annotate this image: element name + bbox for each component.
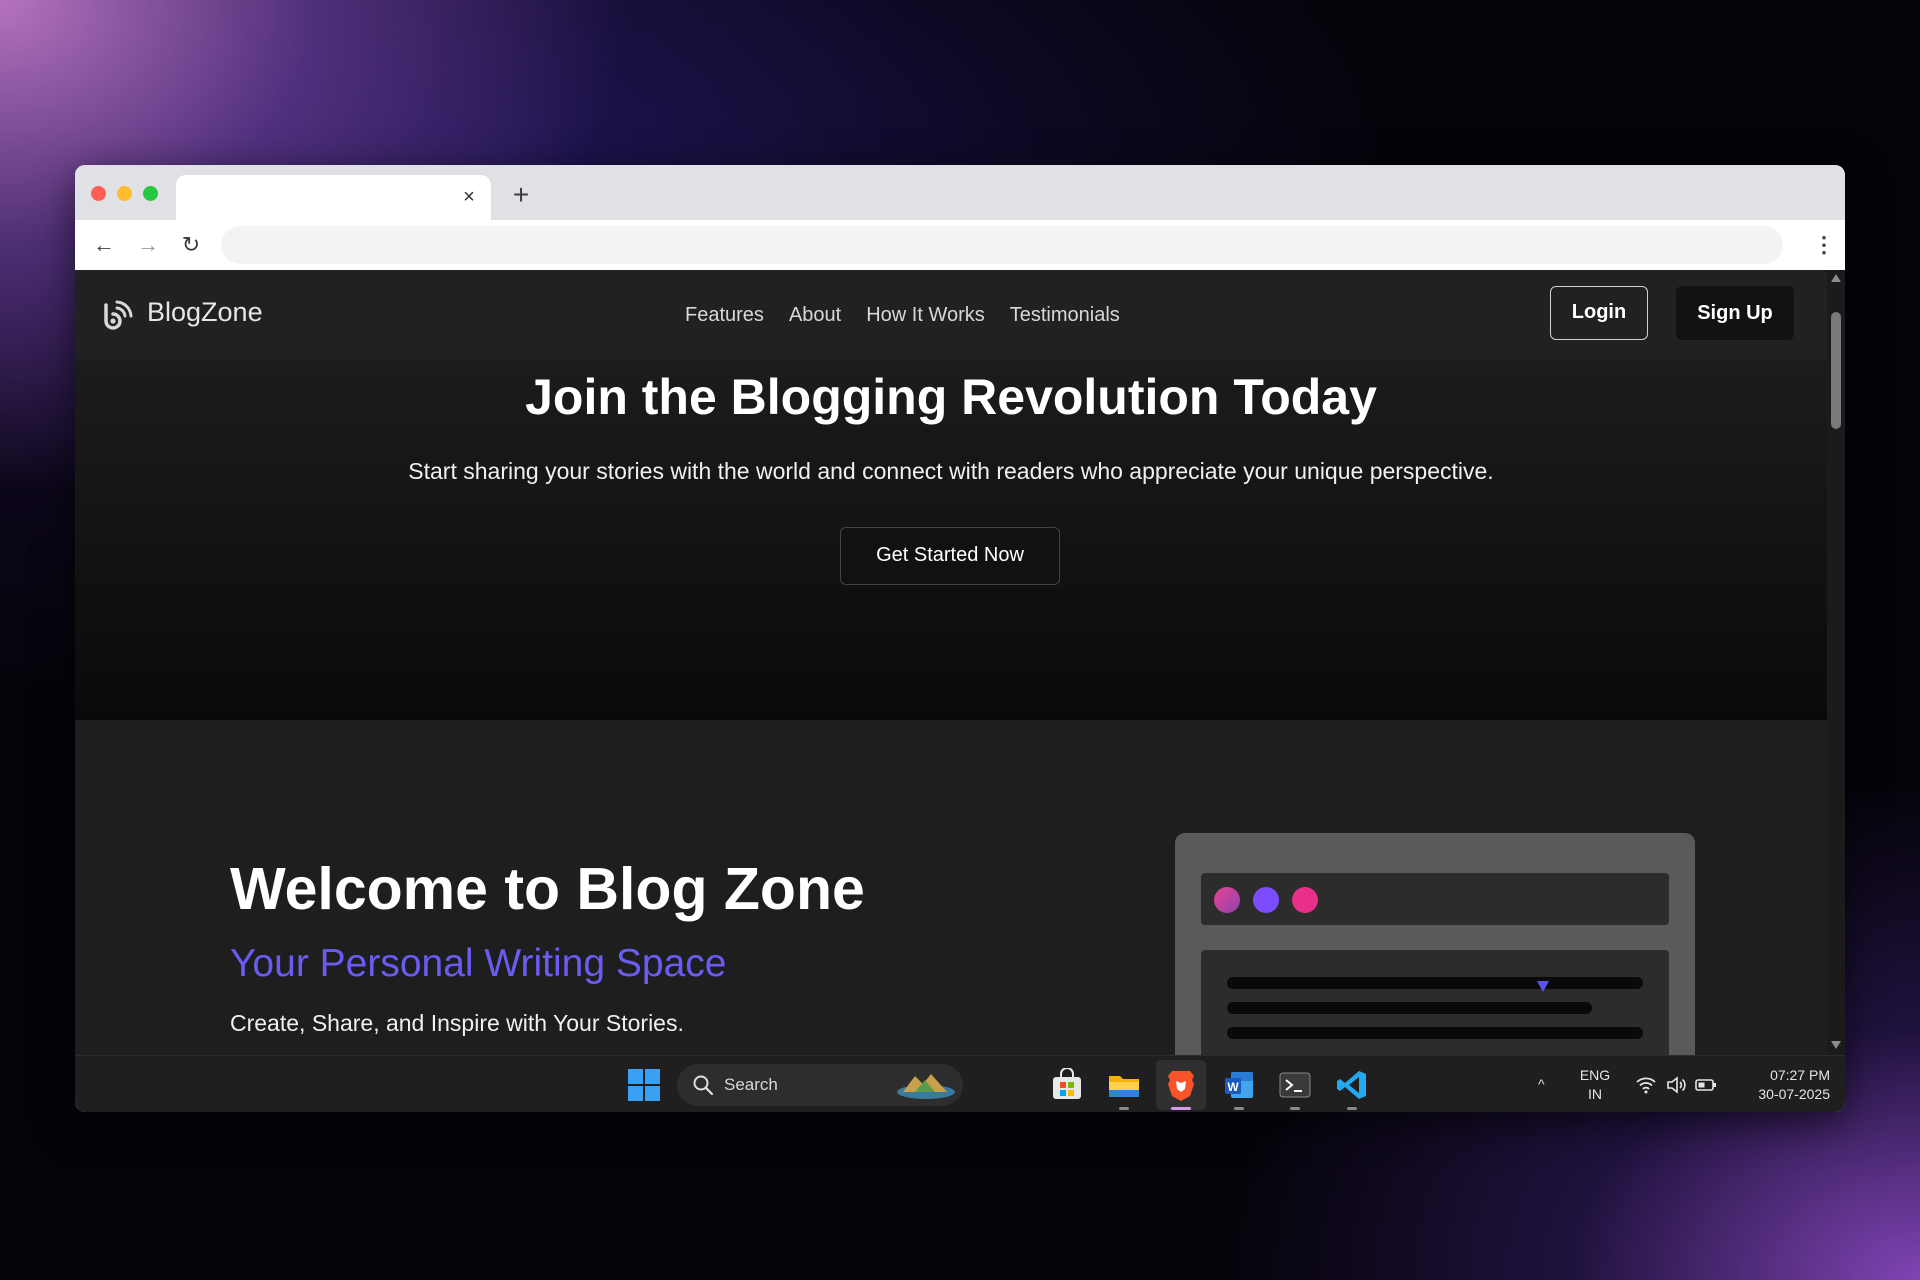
nav-link-testimonials[interactable]: Testimonials <box>1010 304 1120 327</box>
volume-icon[interactable] <box>1665 1075 1687 1095</box>
taskbar-search[interactable]: Search <box>677 1064 963 1106</box>
close-window-button[interactable] <box>91 186 106 201</box>
microsoft-store-icon[interactable] <box>1050 1068 1084 1102</box>
svg-text:W: W <box>1227 1080 1239 1094</box>
editor-illustration <box>1175 833 1695 1055</box>
tray-overflow-chevron-icon[interactable]: ^ <box>1538 1076 1545 1092</box>
app-running-indicator <box>1119 1107 1129 1110</box>
clock-time: 07:27 PM <box>1770 1067 1830 1083</box>
nav-link-how-it-works[interactable]: How It Works <box>866 304 985 327</box>
close-tab-icon[interactable]: × <box>459 187 479 207</box>
scroll-up-arrow-icon[interactable] <box>1831 274 1841 282</box>
scrollbar-thumb[interactable] <box>1831 312 1841 429</box>
language-code: ENG <box>1579 1067 1611 1083</box>
illustration-dot <box>1214 887 1240 913</box>
browser-menu-icon[interactable]: ⋮ <box>1813 230 1835 260</box>
taskbar: Search W ^ ENG IN 07:27 PM 30-07-2025 <box>75 1055 1845 1112</box>
illustration-title-bar <box>1201 873 1669 925</box>
illustration-text-line <box>1227 1027 1643 1039</box>
minimize-window-button[interactable] <box>117 186 132 201</box>
back-arrow-icon[interactable]: ← <box>89 230 119 260</box>
app-running-indicator <box>1290 1107 1300 1110</box>
forward-arrow-icon[interactable]: → <box>133 230 163 260</box>
search-icon <box>693 1075 714 1096</box>
login-button[interactable]: Login <box>1550 286 1648 340</box>
new-tab-button[interactable]: + <box>506 180 536 210</box>
region-code: IN <box>1588 1086 1602 1102</box>
hero-title: Welcome to Blog Zone <box>230 856 865 922</box>
language-indicator[interactable]: ENG IN <box>1577 1066 1613 1104</box>
browser-tab[interactable]: × <box>176 175 491 220</box>
hero-tagline: Create, Share, and Inspire with Your Sto… <box>230 1010 684 1036</box>
nav-link-features[interactable]: Features <box>685 304 764 327</box>
cta-section: Join the Blogging Revolution Today Start… <box>75 360 1827 720</box>
get-started-button[interactable]: Get Started Now <box>840 527 1060 585</box>
tab-strip: × + <box>75 165 1845 220</box>
battery-icon[interactable] <box>1695 1075 1717 1095</box>
page-scrollbar[interactable] <box>1827 270 1845 1055</box>
illustration-dot <box>1292 887 1318 913</box>
hero-subtitle: Your Personal Writing Space <box>230 942 727 985</box>
app-running-indicator <box>1347 1107 1357 1110</box>
terminal-icon[interactable] <box>1278 1068 1312 1102</box>
search-highlight-icon <box>897 1074 955 1099</box>
illustration-cursor-icon <box>1537 981 1549 992</box>
illustration-text-line <box>1227 977 1643 989</box>
browser-toolbar: ← → ↻ ⋮ <box>75 220 1845 270</box>
file-explorer-icon[interactable] <box>1107 1068 1141 1102</box>
cta-title: Join the Blogging Revolution Today <box>525 369 1377 425</box>
hero-section: Welcome to Blog Zone Your Personal Writi… <box>75 720 1827 1055</box>
scroll-down-arrow-icon[interactable] <box>1831 1041 1841 1049</box>
illustration-body <box>1201 950 1669 1055</box>
nav-link-about[interactable]: About <box>789 304 841 327</box>
blog-logo-icon <box>104 300 133 330</box>
page-viewport: BlogZone Features About How It Works Tes… <box>75 270 1845 1055</box>
sign-up-button[interactable]: Sign Up <box>1676 286 1794 340</box>
search-label: Search <box>724 1075 778 1094</box>
clock-date: 30-07-2025 <box>1758 1086 1830 1102</box>
address-bar[interactable] <box>221 226 1783 264</box>
site-navbar: BlogZone Features About How It Works Tes… <box>75 270 1827 360</box>
vs-code-icon[interactable] <box>1335 1068 1369 1102</box>
microsoft-word-icon[interactable]: W <box>1222 1068 1256 1102</box>
brand-name[interactable]: BlogZone <box>147 297 263 328</box>
nav-links: Features About How It Works Testimonials <box>685 304 1120 327</box>
wifi-icon[interactable] <box>1635 1075 1657 1095</box>
illustration-text-line <box>1227 1002 1592 1014</box>
windows-start-icon[interactable] <box>628 1069 660 1101</box>
maximize-window-button[interactable] <box>143 186 158 201</box>
illustration-dot <box>1253 887 1279 913</box>
cta-subtitle: Start sharing your stories with the worl… <box>408 458 1494 484</box>
clock[interactable]: 07:27 PM 30-07-2025 <box>1730 1066 1830 1104</box>
app-active-indicator <box>1171 1107 1191 1110</box>
browser-window: × + ← → ↻ ⋮ BlogZone Features About How … <box>75 165 1845 1112</box>
reload-icon[interactable]: ↻ <box>176 230 206 260</box>
app-running-indicator <box>1234 1107 1244 1110</box>
web-page: BlogZone Features About How It Works Tes… <box>75 270 1827 1055</box>
brave-browser-icon[interactable] <box>1164 1068 1198 1102</box>
